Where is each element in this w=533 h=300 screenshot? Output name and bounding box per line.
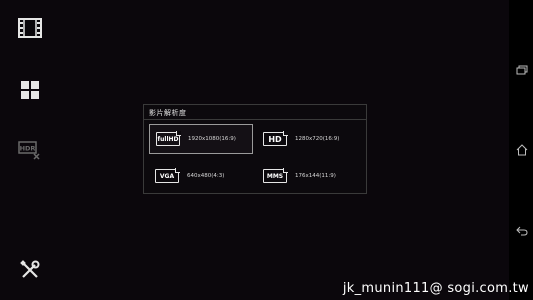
hdr-label: HDR xyxy=(20,145,36,153)
recent-apps-icon xyxy=(516,65,528,75)
home-button[interactable] xyxy=(515,143,529,157)
tools-icon xyxy=(20,260,40,278)
resolution-option-mms[interactable]: MMS 176x144(11:9) xyxy=(257,161,361,191)
video-mode-film-icon[interactable] xyxy=(14,12,46,44)
dialog-divider xyxy=(144,119,366,120)
video-resolution-dialog: 影片解析度 fullHD 1920x1080(16:9) HD 1280x720… xyxy=(143,104,367,194)
resolution-label: 640x480(4:3) xyxy=(187,173,225,179)
hdr-toggle-button[interactable]: HDR xyxy=(14,134,46,166)
home-icon xyxy=(516,144,528,156)
back-icon xyxy=(516,226,528,236)
fullhd-badge-icon: fullHD xyxy=(156,132,180,146)
mms-badge-icon: MMS xyxy=(263,169,287,183)
resolution-label: 1280x720(16:9) xyxy=(295,136,340,142)
film-icon xyxy=(18,18,42,38)
scene-grid-button[interactable] xyxy=(14,74,46,106)
settings-tools-button[interactable] xyxy=(14,254,46,286)
watermark-text: jk_munin111@ sogi.com.tw xyxy=(342,281,529,296)
dialog-title: 影片解析度 xyxy=(149,109,187,117)
system-navigation-bar xyxy=(509,0,533,300)
resolution-option-vga[interactable]: VGA 640x480(4:3) xyxy=(149,161,253,191)
resolution-label: 1920x1080(16:9) xyxy=(188,136,236,142)
resolution-option-720p[interactable]: HD 1280x720(16:9) xyxy=(257,124,361,154)
back-button[interactable] xyxy=(515,224,529,238)
hd-badge-icon: HD xyxy=(263,132,287,146)
resolution-option-1080p[interactable]: fullHD 1920x1080(16:9) xyxy=(149,124,253,154)
vga-badge-icon: VGA xyxy=(155,169,179,183)
camera-screen: HDR 影片解析度 fullHD 1920x1080(16:9) HD 1280… xyxy=(0,0,533,300)
recent-apps-button[interactable] xyxy=(515,63,529,77)
hdr-off-icon: HDR xyxy=(18,141,40,160)
resolution-label: 176x144(11:9) xyxy=(295,173,336,179)
grid-icon xyxy=(21,81,39,99)
